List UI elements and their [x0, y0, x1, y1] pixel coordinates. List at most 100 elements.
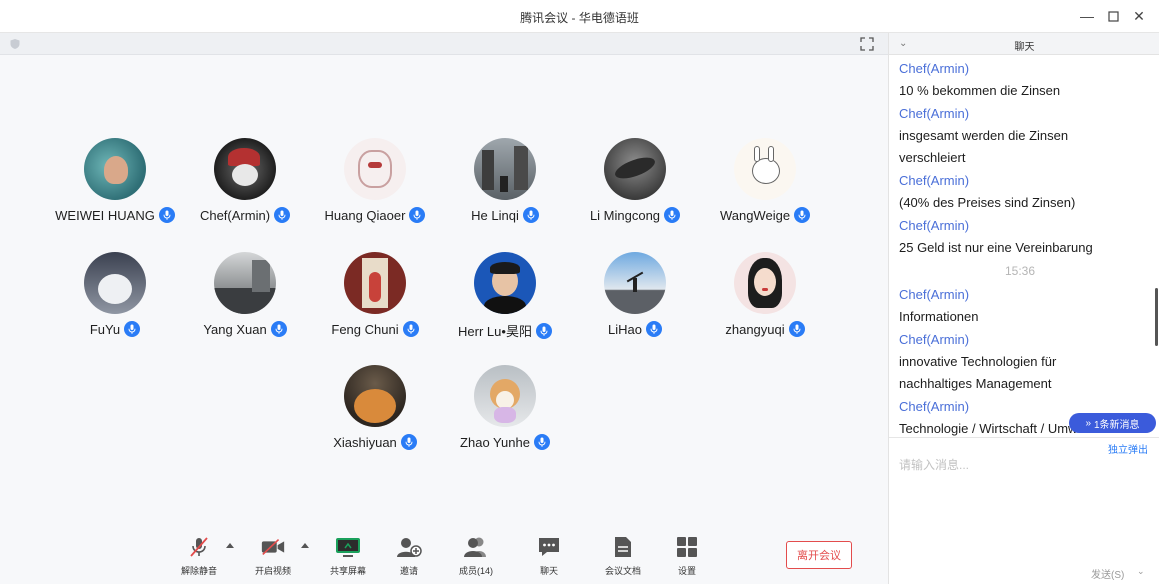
mic-icon: [645, 321, 662, 337]
video-options-caret[interactable]: [301, 543, 309, 548]
participant-name-row: Chef(Armin): [180, 207, 310, 223]
participant-name-row: Xiashiyuan: [310, 434, 440, 450]
new-messages-badge[interactable]: » 1条新消息: [1069, 413, 1156, 433]
participant-name: WEIWEI HUANG: [55, 207, 155, 223]
popout-link[interactable]: 独立弹出: [1108, 441, 1148, 456]
chat-sender[interactable]: Chef(Armin): [899, 102, 1141, 125]
chat-message-text: 25 Geld ist nur eine Vereinbarung: [899, 240, 1093, 255]
participant-tile[interactable]: Chef(Armin): [180, 138, 310, 238]
participant-tile[interactable]: Huang Qiaoer: [310, 138, 440, 238]
avatar: [214, 252, 276, 314]
avatar: [474, 365, 536, 427]
docs-button[interactable]: 会议文档: [598, 535, 648, 577]
chat-sender[interactable]: Chef(Armin): [899, 169, 1141, 192]
members-button[interactable]: 成员(14): [451, 535, 501, 577]
chat-message-text: nachhaltiges Management: [899, 376, 1052, 391]
mic-icon: [522, 207, 539, 223]
participant-name-row: Herr Lu•昊阳: [440, 321, 570, 340]
participant-name: Huang Qiaoer: [324, 207, 406, 223]
chat-sender[interactable]: Chef(Armin): [899, 328, 1141, 351]
chat-title: 聊天: [1014, 42, 1035, 53]
mic-icon: [270, 321, 287, 337]
avatar: [734, 252, 796, 314]
chat-message-text: innovative Technologien für: [899, 354, 1057, 369]
chat-sender[interactable]: Chef(Armin): [899, 57, 1141, 80]
settings-button[interactable]: 设置: [662, 535, 712, 577]
participant-name-row: Feng Chuni: [310, 321, 440, 337]
participant-tile[interactable]: LiHao: [570, 252, 700, 352]
audio-options-caret[interactable]: [226, 543, 234, 548]
participant-name-row: Huang Qiaoer: [310, 207, 440, 223]
fullscreen-icon[interactable]: [860, 37, 874, 51]
avatar: [344, 252, 406, 314]
close-button[interactable]: ✕: [1129, 6, 1149, 26]
muted-mic-icon: [186, 535, 212, 559]
share-screen-button[interactable]: 共享屏幕: [323, 535, 373, 577]
participant-tile[interactable]: He Linqi: [440, 138, 570, 238]
chat-messages[interactable]: Chef(Armin) 10 % bekommen die Zinsen Chef(…: [889, 55, 1151, 437]
participant-name: FuYu: [89, 321, 121, 337]
avatar: [344, 138, 406, 200]
share-screen-label: 共享屏幕: [329, 566, 366, 576]
settings-grid-icon: [674, 535, 700, 559]
chat-message-text: verschleiert: [899, 150, 966, 165]
mic-icon: [409, 207, 426, 223]
docs-label: 会议文档: [604, 566, 641, 576]
participant-tile[interactable]: WEIWEI HUANG: [50, 138, 180, 238]
participant-name: LiHao: [608, 321, 642, 337]
window-title: 腾讯会议 - 华电德语班: [520, 11, 639, 25]
mic-icon: [402, 321, 419, 337]
mic-icon: [535, 322, 552, 339]
mic-icon: [400, 434, 417, 450]
invite-button[interactable]: 邀请: [384, 535, 434, 577]
minimize-button[interactable]: —: [1077, 6, 1097, 26]
send-button[interactable]: 发送(S): [1091, 566, 1124, 581]
avatar: [604, 252, 666, 314]
maximize-button[interactable]: [1103, 6, 1123, 26]
participant-tile[interactable]: Yang Xuan: [180, 252, 310, 352]
participant-name-row: FuYu: [50, 321, 180, 337]
participant-tile[interactable]: FuYu: [50, 252, 180, 352]
video-topbar: [0, 33, 888, 55]
chat-message-text: Informationen: [899, 309, 979, 324]
unmute-button[interactable]: 解除静音: [174, 535, 224, 577]
unmute-label: 解除静音: [180, 566, 217, 576]
participant-tile[interactable]: Zhao Yunhe: [440, 365, 570, 465]
chat-panel: ⌄ 聊天 Chef(Armin) 10 % bekommen die Zinsen…: [888, 33, 1159, 584]
chat-label: 聊天: [539, 566, 558, 576]
chat-input-placeholder[interactable]: 请输入消息...: [899, 456, 969, 473]
chat-button[interactable]: 聊天: [524, 535, 574, 577]
shield-icon[interactable]: [9, 38, 21, 50]
participant-tile[interactable]: Herr Lu•昊阳: [440, 252, 570, 352]
avatar: [84, 138, 146, 200]
chat-message-text: 10 % bekommen die Zinsen: [899, 83, 1061, 98]
participant-tile[interactable]: Li Mingcong: [570, 138, 700, 238]
participant-name-row: He Linqi: [440, 207, 570, 223]
leave-meeting-button[interactable]: 离开会议: [786, 541, 852, 569]
participant-name: Herr Lu•昊阳: [458, 324, 532, 339]
maximize-icon: [1107, 10, 1119, 22]
participant-name: Zhao Yunhe: [460, 434, 530, 450]
participant-name: Xiashiyuan: [333, 434, 397, 450]
window-controls: — ✕: [1077, 6, 1149, 26]
mic-icon: [124, 321, 141, 337]
members-label: 成员(14): [458, 566, 493, 576]
avatar: [474, 138, 536, 200]
participant-tile[interactable]: WangWeige: [700, 138, 830, 238]
participant-name-row: WangWeige: [700, 207, 830, 223]
new-messages-label: 1条新消息: [1094, 419, 1140, 431]
mic-icon: [158, 207, 175, 223]
participant-tile[interactable]: Xiashiyuan: [310, 365, 440, 465]
participant-name: Feng Chuni: [331, 321, 399, 337]
start-video-button[interactable]: 开启视频: [248, 535, 298, 577]
participant-tile[interactable]: Feng Chuni: [310, 252, 440, 352]
members-icon: [463, 535, 489, 559]
send-options-chevron-icon[interactable]: ⌄: [1137, 566, 1145, 577]
chat-scrollbar[interactable]: [1155, 288, 1158, 346]
mic-icon: [794, 207, 811, 223]
chat-sender[interactable]: Chef(Armin): [899, 214, 1141, 237]
meeting-toolbar: 解除静音 开启视频 共享屏幕 邀请 成员(14) 聊天 会议文档 设置 离开会议: [0, 525, 888, 584]
participant-name-row: zhangyuqi: [700, 321, 830, 337]
chat-sender[interactable]: Chef(Armin): [899, 283, 1141, 306]
participant-tile[interactable]: zhangyuqi: [700, 252, 830, 352]
